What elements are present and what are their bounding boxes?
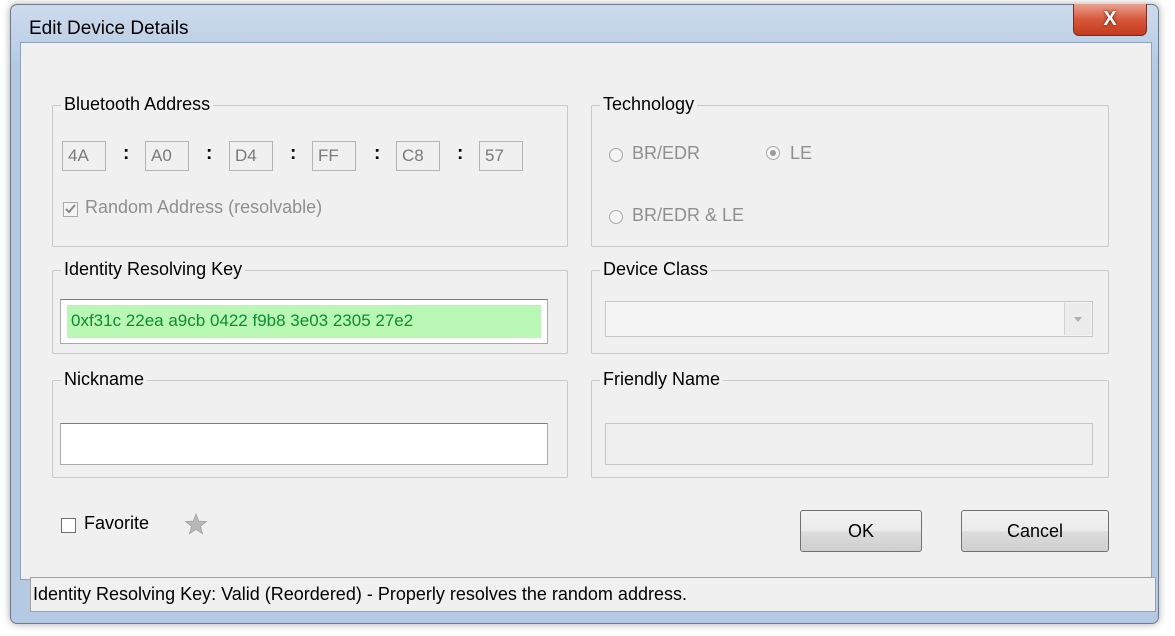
device-class-label: Device Class bbox=[600, 259, 712, 280]
status-bar: Identity Resolving Key: Valid (Reordered… bbox=[30, 577, 1156, 612]
address-byte-2: A0 bbox=[145, 141, 189, 171]
close-button[interactable]: X bbox=[1073, 4, 1147, 36]
nickname-input[interactable] bbox=[60, 423, 548, 465]
friendly-name-label: Friendly Name bbox=[600, 369, 724, 390]
address-byte-4: FF bbox=[312, 141, 356, 171]
device-class-group: Device Class bbox=[591, 259, 1109, 354]
radio-br-edr-le-label: BR/EDR & LE bbox=[632, 205, 745, 225]
radio-le-label: LE bbox=[790, 143, 813, 163]
address-byte-5: C8 bbox=[396, 141, 440, 171]
random-address-checkbox bbox=[63, 202, 78, 217]
address-byte-1: 4A bbox=[62, 141, 106, 171]
nickname-value bbox=[61, 434, 66, 454]
friendly-name-group: Friendly Name bbox=[591, 369, 1109, 478]
nickname-label: Nickname bbox=[61, 369, 148, 390]
favorite-checkbox[interactable] bbox=[61, 518, 76, 533]
technology-label: Technology bbox=[600, 94, 698, 115]
address-separator: : bbox=[290, 143, 297, 164]
address-byte-3: D4 bbox=[229, 141, 273, 171]
radio-le bbox=[766, 146, 780, 160]
star-icon[interactable] bbox=[184, 513, 208, 536]
technology-group: Technology BR/EDR LE BR/EDR & LE bbox=[591, 94, 1109, 247]
address-byte-6: 57 bbox=[479, 141, 523, 171]
chevron-down-icon bbox=[1074, 317, 1082, 322]
radio-br-edr-le bbox=[609, 210, 623, 224]
bluetooth-address-label: Bluetooth Address bbox=[61, 94, 214, 115]
dialog-title: Edit Device Details bbox=[29, 18, 189, 39]
friendly-name-input bbox=[605, 423, 1093, 465]
device-class-select bbox=[605, 301, 1093, 337]
irk-value: 0xf31c 22ea a9cb 0422 f9b8 3e03 2305 27e… bbox=[67, 305, 541, 338]
address-separator: : bbox=[123, 143, 130, 164]
dialog-client-area: Bluetooth Address 4A : A0 : D4 : FF : C8… bbox=[20, 42, 1152, 580]
irk-group: Identity Resolving Key 0xf31c 22ea a9cb … bbox=[52, 259, 568, 354]
device-class-dropdown-button bbox=[1064, 303, 1091, 335]
friendly-name-value bbox=[606, 434, 611, 454]
radio-br-edr-label: BR/EDR bbox=[632, 143, 701, 163]
nickname-group: Nickname bbox=[52, 369, 568, 478]
random-address-label: Random Address (resolvable) bbox=[85, 197, 323, 217]
address-separator: : bbox=[206, 143, 213, 164]
checkmark-icon bbox=[65, 204, 76, 214]
address-separator: : bbox=[457, 143, 464, 164]
favorite-label: Favorite bbox=[84, 513, 150, 533]
radio-br-edr bbox=[609, 148, 623, 162]
ok-button[interactable]: OK bbox=[800, 510, 922, 552]
bluetooth-address-group: Bluetooth Address 4A : A0 : D4 : FF : C8… bbox=[52, 94, 568, 247]
irk-label: Identity Resolving Key bbox=[61, 259, 246, 280]
cancel-button[interactable]: Cancel bbox=[961, 510, 1109, 552]
irk-field[interactable]: 0xf31c 22ea a9cb 0422 f9b8 3e03 2305 27e… bbox=[60, 299, 548, 344]
address-separator: : bbox=[374, 143, 381, 164]
